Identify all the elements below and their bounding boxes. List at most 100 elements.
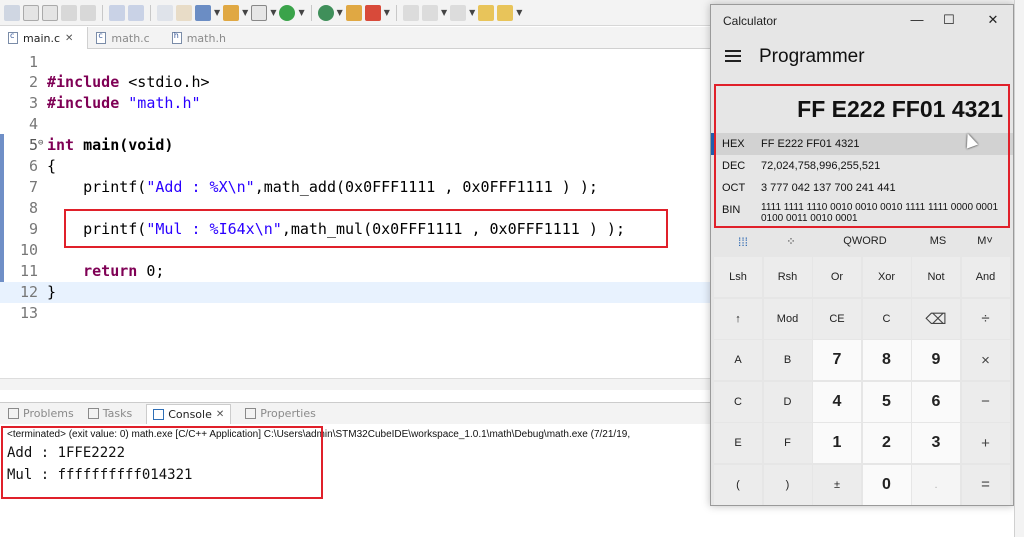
tab-console[interactable]: Console ✕	[146, 403, 232, 424]
key-function[interactable]: And	[961, 257, 1010, 297]
key-function[interactable]: .	[912, 464, 960, 505]
new-file-icon[interactable]	[251, 4, 268, 21]
settings-icon[interactable]	[157, 4, 173, 21]
debug-icon[interactable]	[317, 4, 334, 21]
close-icon[interactable]: ✕	[65, 33, 73, 44]
code-line[interactable]: 13	[0, 303, 710, 324]
key-function[interactable]: ⌫	[912, 298, 960, 339]
tab-main-c[interactable]: main.c ✕	[0, 27, 89, 49]
build-icon[interactable]	[109, 4, 125, 21]
code-line[interactable]: 4	[0, 114, 710, 135]
key-digit[interactable]: 3	[912, 423, 960, 463]
word-size-button[interactable]: QWORD	[835, 235, 895, 247]
key-hex-digit[interactable]: C	[862, 298, 911, 339]
bit-toggle-keypad-icon[interactable]: ⁘	[781, 235, 801, 248]
minimize-icon[interactable]: —	[905, 10, 929, 30]
key-function[interactable]: ±	[813, 464, 861, 505]
key-hex-digit[interactable]: E	[714, 423, 762, 463]
print-icon[interactable]	[61, 4, 77, 21]
chevron-down-icon[interactable]: ▼	[270, 8, 276, 17]
new-icon[interactable]	[4, 4, 20, 21]
key-digit[interactable]: 8	[862, 340, 911, 380]
chevron-down-icon[interactable]: ▼	[242, 8, 248, 17]
external-tools-icon[interactable]	[345, 4, 362, 21]
key-hex-digit[interactable]: C	[714, 381, 762, 422]
key-digit[interactable]: 6	[912, 381, 960, 422]
chevron-down-icon[interactable]: ▼	[298, 8, 304, 17]
chevron-down-icon[interactable]: ▼	[441, 8, 447, 17]
code-line[interactable]: 6{	[0, 156, 710, 177]
code-line[interactable]: 11 return 0;	[0, 261, 710, 282]
key-function[interactable]: (	[714, 464, 762, 505]
calculator-titlebar[interactable]: Calculator — ☐ ✕	[711, 5, 1013, 35]
key-hex-digit[interactable]: B	[763, 340, 812, 380]
maximize-icon[interactable]: ☐	[937, 10, 961, 30]
chevron-down-icon[interactable]: ▼	[337, 8, 343, 17]
key-digit[interactable]: 4	[813, 381, 861, 422]
chevron-down-icon[interactable]: ▼	[469, 8, 475, 17]
launch-icon[interactable]	[364, 4, 381, 21]
annotation-icon[interactable]	[450, 4, 467, 21]
key-function[interactable]: CE	[813, 298, 861, 339]
build-config-icon[interactable]	[128, 4, 144, 21]
code-line[interactable]: 1	[0, 52, 710, 73]
key-function[interactable]: Not	[912, 257, 960, 297]
code-line[interactable]: 2 #include <stdio.h>	[0, 72, 710, 93]
code-line[interactable]: 7 printf("Add : %X\n",math_add(0x0FFF111…	[0, 177, 710, 198]
tab-math-h[interactable]: math.h	[164, 27, 240, 49]
key-digit[interactable]: 5	[862, 381, 911, 422]
key-hex-digit[interactable]: F	[763, 423, 812, 463]
forward-icon[interactable]	[497, 4, 514, 21]
horizontal-scrollbar[interactable]	[0, 378, 710, 390]
save-icon[interactable]	[23, 4, 39, 21]
key-function[interactable]: ↑	[714, 298, 762, 339]
key-digit[interactable]: 7	[813, 340, 861, 380]
tab-properties[interactable]: Properties	[245, 407, 316, 420]
key-function[interactable]: Mod	[763, 298, 812, 339]
c-file-icon	[8, 31, 18, 44]
key-function[interactable]: =	[961, 464, 1010, 505]
key-digit[interactable]: 1	[813, 423, 861, 463]
key-function[interactable]: Or	[813, 257, 861, 297]
chevron-down-icon[interactable]: ▼	[516, 8, 522, 17]
key-digit[interactable]: 0	[862, 464, 911, 505]
key-hex-digit[interactable]: D	[763, 381, 812, 422]
code-line[interactable]: 3 #include "math.h"	[0, 93, 710, 114]
code-line-current[interactable]: 12}	[0, 282, 710, 303]
fold-icon[interactable]: ⊖	[38, 133, 43, 154]
chevron-down-icon[interactable]: ▼	[384, 8, 390, 17]
key-digit[interactable]: 9	[912, 340, 960, 380]
close-icon[interactable]: ✕	[981, 10, 1005, 30]
search-icon[interactable]	[402, 4, 419, 21]
chevron-down-icon[interactable]: ▼	[214, 8, 220, 17]
tab-problems[interactable]: Problems	[8, 407, 74, 420]
run-icon[interactable]	[279, 4, 296, 21]
tab-math-c[interactable]: math.c	[88, 27, 163, 49]
key-function[interactable]: +	[961, 423, 1010, 463]
key-function[interactable]: ×	[961, 340, 1010, 380]
menu-icon[interactable]	[725, 50, 741, 62]
key-function[interactable]: Lsh	[714, 257, 762, 297]
open-folder-icon[interactable]	[223, 4, 240, 21]
memory-store-button[interactable]: MS	[923, 235, 953, 247]
full-keypad-icon[interactable]: ⁞⁞⁞	[733, 235, 753, 249]
key-digit[interactable]: 2	[862, 423, 911, 463]
console-panel[interactable]: <terminated> (exit value: 0) math.exe [C…	[0, 424, 710, 537]
cut-icon[interactable]	[80, 4, 96, 21]
pin-icon[interactable]	[421, 4, 438, 21]
code-line[interactable]: 5 ⊖ int main(void)	[0, 135, 710, 156]
tab-tasks[interactable]: Tasks	[87, 407, 132, 420]
key-function[interactable]: Xor	[862, 257, 911, 297]
key-function[interactable]: Rsh	[763, 257, 812, 297]
save-all-icon[interactable]	[42, 4, 58, 21]
key-function[interactable]: )	[763, 464, 812, 505]
key-function[interactable]: −	[961, 381, 1010, 422]
key-hex-digit[interactable]: A	[714, 340, 762, 380]
back-icon[interactable]	[478, 4, 495, 21]
code-editor[interactable]: 1 2 #include <stdio.h> 3 #include "math.h"…	[0, 50, 710, 390]
key-function[interactable]: ÷	[961, 298, 1010, 339]
plugin-icon[interactable]	[176, 4, 192, 21]
new-class-icon[interactable]	[195, 4, 211, 21]
close-icon[interactable]: ✕	[216, 409, 224, 420]
memory-list-button[interactable]: M˅	[973, 235, 997, 247]
